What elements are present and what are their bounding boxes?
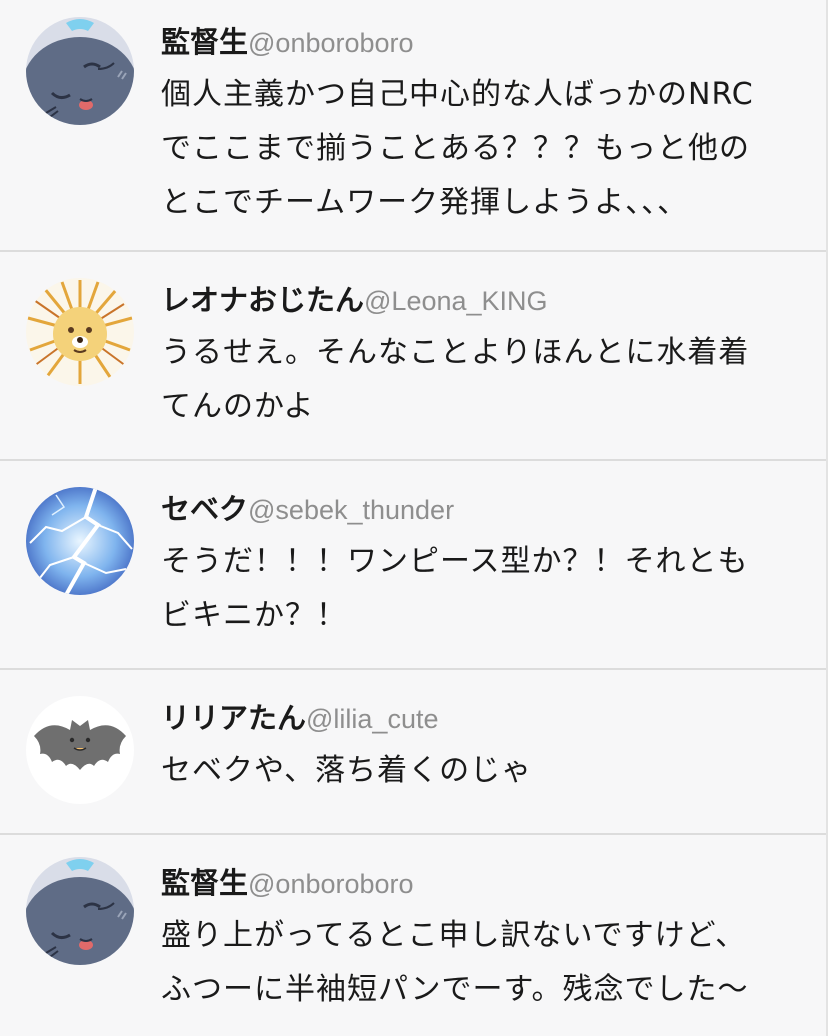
avatar[interactable] — [26, 696, 134, 804]
display-name[interactable]: 監督生 — [161, 25, 248, 59]
avatar[interactable] — [26, 278, 134, 386]
post-text-line: 個人主義かつ自己中心的な人ばっかのNRC — [161, 77, 754, 112]
post-content: リリアたん@lilia_cute セベクや、落ち着くのじゃ — [161, 696, 786, 798]
post-text-line: セベクや、落ち着くのじゃ — [161, 753, 533, 788]
gray-cat-icon — [26, 17, 134, 125]
display-name[interactable]: 監督生 — [161, 866, 248, 900]
post-text: セベクや、落ち着くのじゃ — [161, 744, 786, 798]
post-text: うるせえ。そんなことよりほんとに水着着 てんのかよ — [161, 326, 786, 434]
post-content: 監督生@onboroboro 盛り上がってるとこ申し訳ないですけど、 ふつーに半… — [161, 861, 786, 1017]
post-content: レオナおじたん@Leona_KING うるせえ。そんなことよりほんとに水着着 て… — [161, 278, 786, 434]
post-header: レオナおじたん@Leona_KING — [161, 278, 786, 322]
display-name[interactable]: レオナおじたん — [161, 283, 364, 317]
post[interactable]: 監督生@onboroboro 盛り上がってるとこ申し訳ないですけど、 ふつーに半… — [0, 835, 826, 1036]
user-handle[interactable]: @onboroboro — [248, 869, 414, 899]
display-name[interactable]: セベク — [161, 492, 248, 526]
post-text: 盛り上がってるとこ申し訳ないですけど、 ふつーに半袖短パンでーす。残念でした〜 — [161, 909, 786, 1017]
user-handle[interactable]: @onboroboro — [248, 28, 414, 58]
gray-cat-icon — [26, 857, 134, 965]
lightning-icon — [26, 487, 134, 595]
lion-icon — [26, 278, 134, 386]
post-header: セベク@sebek_thunder — [161, 487, 786, 531]
user-handle[interactable]: @lilia_cute — [306, 704, 438, 734]
post[interactable]: 監督生@onboroboro 個人主義かつ自己中心的な人ばっかのNRC でここま… — [0, 0, 826, 252]
user-handle[interactable]: @Leona_KING — [364, 286, 548, 316]
post-header: 監督生@onboroboro — [161, 20, 786, 64]
post-text-line: てんのかよ — [161, 389, 315, 424]
post-text-line: でここまで揃うことある？？？もっと他の — [161, 131, 750, 166]
post-text: そうだ！！！ワンピース型か？！それとも ビキニか？！ — [161, 535, 786, 643]
post-text-line: うるせえ。そんなことよりほんとに水着着 — [161, 335, 750, 370]
avatar[interactable] — [26, 17, 134, 125]
post-header: リリアたん@lilia_cute — [161, 696, 786, 740]
avatar[interactable] — [26, 857, 134, 965]
post-header: 監督生@onboroboro — [161, 861, 786, 905]
post-text-line: そうだ！！！ワンピース型か？！それとも — [161, 544, 749, 579]
timeline: 監督生@onboroboro 個人主義かつ自己中心的な人ばっかのNRC でここま… — [0, 0, 828, 1036]
post[interactable]: レオナおじたん@Leona_KING うるせえ。そんなことよりほんとに水着着 て… — [0, 252, 826, 461]
post-text-line: とこでチームワーク発揮しようよ、、、 — [161, 185, 689, 220]
post-content: セベク@sebek_thunder そうだ！！！ワンピース型か？！それとも ビキ… — [161, 487, 786, 643]
post[interactable]: リリアたん@lilia_cute セベクや、落ち着くのじゃ — [0, 670, 826, 835]
display-name[interactable]: リリアたん — [161, 701, 306, 735]
post-text: 個人主義かつ自己中心的な人ばっかのNRC でここまで揃うことある？？？もっと他の… — [161, 68, 786, 230]
post-text-line: ふつーに半袖短パンでーす。残念でした〜 — [161, 972, 749, 1007]
post-text-line: ビキニか？！ — [161, 598, 347, 633]
avatar[interactable] — [26, 487, 134, 595]
post-text-line: 盛り上がってるとこ申し訳ないですけど、 — [161, 918, 747, 953]
post[interactable]: セベク@sebek_thunder そうだ！！！ワンピース型か？！それとも ビキ… — [0, 461, 826, 670]
bat-icon — [26, 696, 134, 804]
post-content: 監督生@onboroboro 個人主義かつ自己中心的な人ばっかのNRC でここま… — [161, 20, 786, 230]
user-handle[interactable]: @sebek_thunder — [248, 495, 454, 525]
